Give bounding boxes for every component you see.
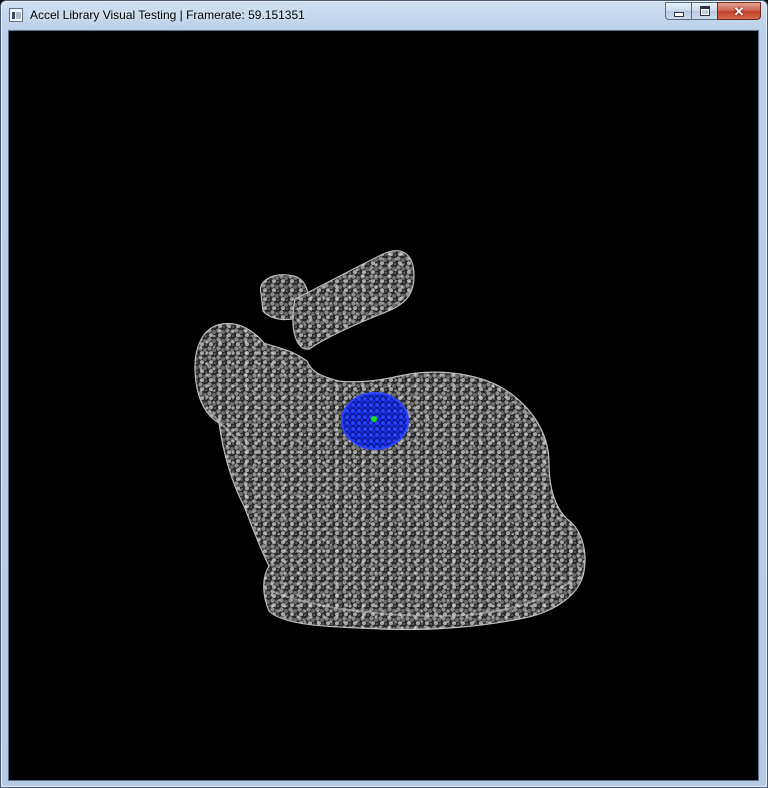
minimize-icon: [673, 11, 684, 17]
window-controls: ✕: [665, 2, 761, 21]
app-icon[interactable]: [9, 8, 23, 22]
render-viewport[interactable]: [8, 30, 759, 781]
viewport-scene: [194, 250, 586, 631]
close-icon: ✕: [733, 3, 745, 19]
window-title: Accel Library Visual Testing | Framerate…: [30, 8, 305, 22]
minimize-button[interactable]: [665, 2, 691, 20]
maximize-button[interactable]: [691, 2, 717, 20]
title-bar[interactable]: Accel Library Visual Testing | Framerate…: [1, 1, 767, 31]
maximize-icon: [699, 6, 710, 16]
query-point: [371, 416, 377, 422]
close-button[interactable]: ✕: [717, 2, 761, 20]
app-window: Accel Library Visual Testing | Framerate…: [0, 0, 768, 788]
